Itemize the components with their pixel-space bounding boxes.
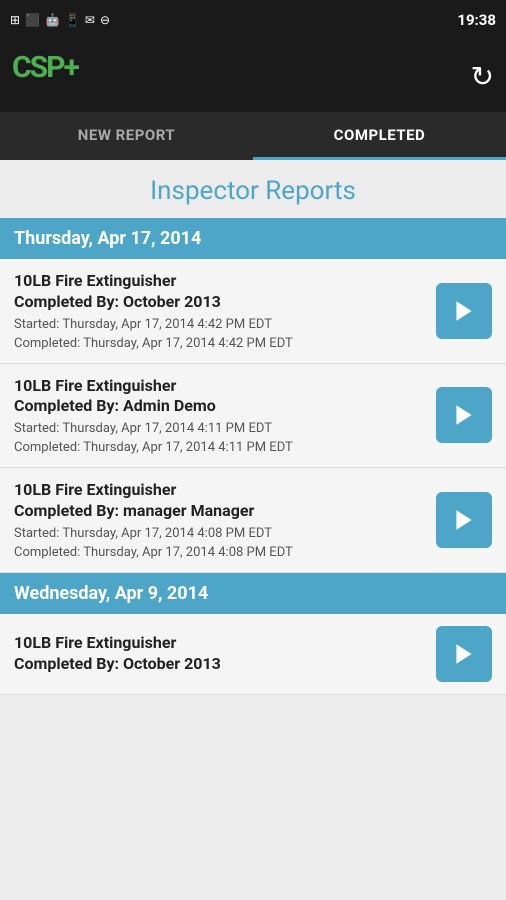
report-title: 10LB Fire Extinguisher [14, 271, 424, 292]
report-item: 10LB Fire Extinguisher Completed By: Oct… [0, 614, 506, 695]
report-completed: Completed: Thursday, Apr 17, 2014 4:11 P… [14, 440, 424, 455]
report-started: Started: Thursday, Apr 17, 2014 4:08 PM … [14, 526, 424, 541]
report-item: 10LB Fire Extinguisher Completed By: Adm… [0, 364, 506, 469]
report-completed: Completed: Thursday, Apr 17, 2014 4:42 P… [14, 336, 424, 351]
android-icon: 🤖 [45, 13, 60, 27]
status-bar: ⊞ ⬛ 🤖 📱 ✉ ⊖ 19:38 [0, 0, 506, 40]
tab-bar: NEW REPORT COMPLETED [0, 112, 506, 160]
tab-new-report[interactable]: NEW REPORT [0, 112, 253, 160]
email-icon: ✉ [85, 13, 95, 27]
report-item-text: 10LB Fire Extinguisher Completed By: man… [14, 480, 424, 560]
play-button[interactable] [436, 626, 492, 682]
report-item-text: 10LB Fire Extinguisher Completed By: Oct… [14, 633, 424, 675]
report-completed: Completed: Thursday, Apr 17, 2014 4:08 P… [14, 545, 424, 560]
page-title: Inspector Reports [0, 160, 506, 218]
sim-icon: 📱 [65, 13, 80, 27]
minus-icon: ⊖ [100, 13, 110, 27]
app-logo: CSP+ [12, 50, 78, 103]
report-completed-by: Completed By: Admin Demo [14, 396, 424, 417]
report-item: 10LB Fire Extinguisher Completed By: man… [0, 468, 506, 573]
bb-icon: ⬛ [25, 13, 40, 27]
report-started: Started: Thursday, Apr 17, 2014 4:11 PM … [14, 421, 424, 436]
report-item-text: 10LB Fire Extinguisher Completed By: Oct… [14, 271, 424, 351]
status-time: 19:38 [457, 11, 496, 29]
section-header-0: Thursday, Apr 17, 2014 [0, 218, 506, 259]
refresh-button[interactable]: ↻ [471, 60, 494, 93]
report-completed-by: Completed By: October 2013 [14, 292, 424, 313]
report-title: 10LB Fire Extinguisher [14, 480, 424, 501]
play-button[interactable] [436, 283, 492, 339]
report-item: 10LB Fire Extinguisher Completed By: Oct… [0, 259, 506, 364]
play-button[interactable] [436, 492, 492, 548]
tab-completed[interactable]: COMPLETED [253, 112, 506, 160]
report-title: 10LB Fire Extinguisher [14, 376, 424, 397]
app-bar: CSP+ ↻ [0, 40, 506, 112]
status-icons: ⊞ ⬛ 🤖 📱 ✉ ⊖ [10, 13, 110, 27]
section-header-1: Wednesday, Apr 9, 2014 [0, 573, 506, 614]
report-completed-by: Completed By: October 2013 [14, 654, 424, 675]
main-content: Inspector Reports Thursday, Apr 17, 2014… [0, 160, 506, 900]
report-item-text: 10LB Fire Extinguisher Completed By: Adm… [14, 376, 424, 456]
wifi-icon: ⊞ [10, 13, 20, 27]
report-started: Started: Thursday, Apr 17, 2014 4:42 PM … [14, 317, 424, 332]
report-title: 10LB Fire Extinguisher [14, 633, 424, 654]
play-button[interactable] [436, 387, 492, 443]
report-completed-by: Completed By: manager Manager [14, 501, 424, 522]
